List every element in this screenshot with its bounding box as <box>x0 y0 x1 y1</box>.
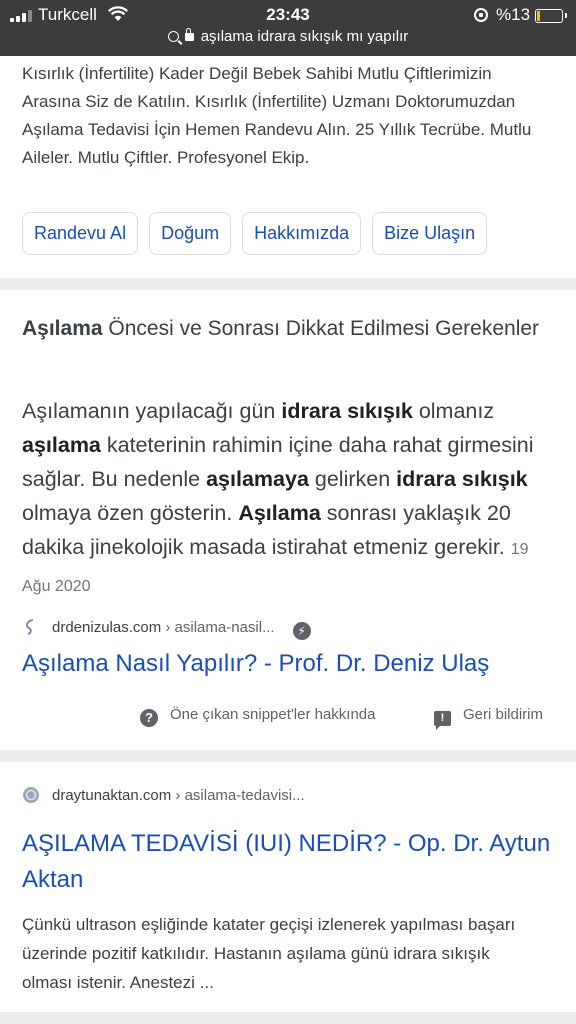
sitelinks: Randevu Al Doğum Hakkımızda Bize Ulaşın <box>22 212 488 255</box>
snippet-heading-bold: Aşılama <box>22 317 103 340</box>
result-source[interactable]: draytunaktan.com › asilama-tedavisi... <box>22 786 305 808</box>
sitelink-bize-ulasin[interactable]: Bize Ulaşın <box>372 212 488 255</box>
featured-snippet-card: Aşılama Öncesi ve Sonrası Dikkat Edilmes… <box>0 290 576 750</box>
about-snippets-link[interactable]: ? Öne çıkan snippet'ler hakkında <box>140 706 376 727</box>
clock: 23:43 <box>266 5 310 24</box>
snippet-body-text: Aşılamanın yapılacağı gün idrara sıkışık… <box>22 399 534 559</box>
sitelink-dogum[interactable]: Doğum <box>149 212 232 255</box>
status-bar: Turkcell 23:43 %13 aşılama idrara sıkışı… <box>0 0 576 56</box>
globe-icon <box>23 787 39 803</box>
result-path: › asilama-tedavisi... <box>171 787 305 804</box>
snippet-footer: ? Öne çıkan snippet'ler hakkında ! Geri bi… <box>0 706 576 730</box>
help-icon: ? <box>140 709 158 727</box>
url-text: aşılama idrara sıkışık mı yapılır <box>200 28 409 45</box>
ad-card: Kısırlık (İnfertilite) Kader Değil Bebek… <box>0 56 576 278</box>
feedback-link[interactable]: ! Geri bildirim <box>434 706 544 730</box>
ad-description: Kısırlık (İnfertilite) Kader Değil Bebek… <box>22 64 532 167</box>
source-path: › asilama-nasil... <box>161 619 275 636</box>
search-result-card: draytunaktan.com › asilama-tedavisi... A… <box>0 762 576 1012</box>
sitelink-randevu-al[interactable]: Randevu Al <box>22 212 139 255</box>
lock-icon <box>184 28 194 41</box>
snippet-bold-term: aşılamaya <box>206 467 309 491</box>
sitelink-hakkimizda[interactable]: Hakkımızda <box>242 212 362 255</box>
amp-bolt-icon: ⚡ <box>292 622 311 640</box>
rotation-lock-icon <box>474 8 488 22</box>
snippet-link-title[interactable]: Aşılama Nasıl Yapılır? - Prof. Dr. Deniz… <box>22 646 489 682</box>
address-bar[interactable]: aşılama idrara sıkışık mı yapılır <box>0 28 576 50</box>
site-favicon-icon <box>25 619 34 635</box>
snippet-text: olmaya özen gösterin. <box>22 501 239 525</box>
snippet-body: Aşılamanın yapılacağı gün idrara sıkışık… <box>22 394 557 604</box>
snippet-text: olmanız <box>412 399 495 423</box>
feedback-label: Geri bildirim <box>463 706 544 723</box>
snippet-source[interactable]: drdenizulas.com › asilama-nasil... ⚡ <box>22 618 311 640</box>
snippet-bold-term: aşılama <box>22 433 101 457</box>
snippet-bold-term: Aşılama <box>238 501 321 525</box>
result-snippet: Çünkü ultrason eşliğinde katater geçişi … <box>22 915 516 992</box>
result-domain: draytunaktan.com <box>52 787 172 804</box>
battery-level <box>537 11 541 21</box>
snippet-heading: Aşılama Öncesi ve Sonrası Dikkat Edilmes… <box>22 312 542 346</box>
snippet-bold-term: idrara sıkışık <box>396 467 528 491</box>
search-icon <box>167 31 179 42</box>
battery-percent: %13 <box>496 5 531 24</box>
result-link-title[interactable]: AŞILAMA TEDAVİSİ (IUI) NEDİR? - Op. Dr. … <box>22 826 552 898</box>
battery-icon <box>535 9 567 23</box>
source-domain: drdenizulas.com <box>52 619 162 636</box>
snippet-bold-term: idrara sıkışık <box>281 399 413 423</box>
feedback-icon: ! <box>434 711 451 730</box>
snippet-text: gelirken <box>308 467 397 491</box>
about-snippets-label: Öne çıkan snippet'ler hakkında <box>170 706 376 723</box>
snippet-text: Aşılamanın yapılacağı gün <box>22 399 282 423</box>
snippet-heading-rest: Öncesi ve Sonrası Dikkat Edilmesi Gereke… <box>102 317 540 340</box>
